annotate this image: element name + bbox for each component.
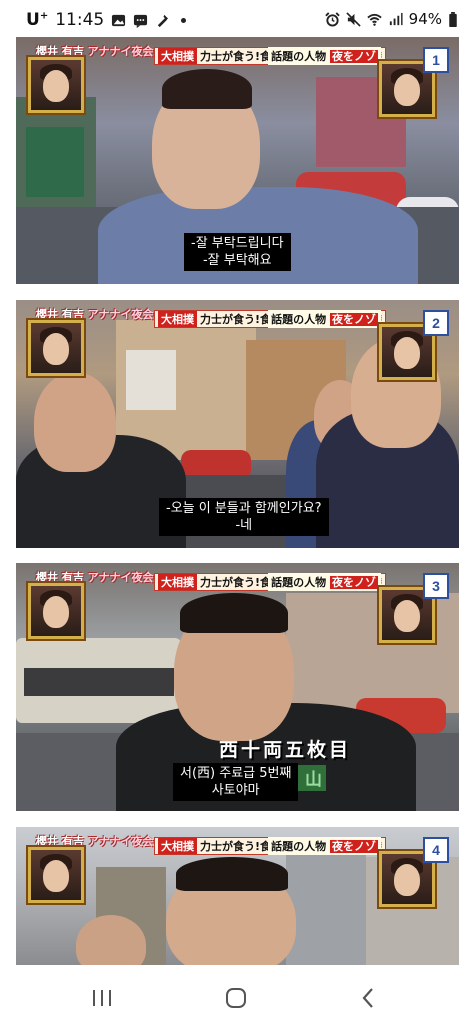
host-frame-left: [28, 583, 84, 639]
korean-subtitle: -잘 부탁드립니다 -잘 부탁해요: [184, 233, 291, 271]
clock: 11:45: [55, 10, 105, 30]
navigation-bar: [0, 967, 474, 1027]
korean-subtitle: -오늘 이 분들과 함께인가요? -네: [159, 498, 329, 536]
host-frame-left: [28, 320, 84, 376]
recents-icon: [93, 990, 111, 1006]
status-bar: U+ 11:45 94%: [0, 0, 474, 40]
recents-button[interactable]: [82, 984, 122, 1012]
screenshot-panel-4[interactable]: 櫻井 有吉 アナナイ夜会 大相撲力士が食う!食う!食う!桁外れの胃袋 話題の人物…: [16, 827, 459, 965]
alarm-icon: [324, 11, 340, 27]
more-notifications-dot: [181, 17, 187, 23]
message-notification-icon: [134, 14, 148, 28]
tv-segment-label: 話題の人物 夜をノゾ: [268, 310, 381, 328]
korean-subtitle: 서(西) 주료급 5번째 사토야마: [173, 763, 299, 801]
panel-number-badge: 2: [423, 310, 449, 336]
host-frame-left: [28, 847, 84, 903]
tv-segment-label: 話題の人物 夜をノゾ: [268, 47, 381, 65]
tv-segment-label: 話題の人物 夜をノゾ: [268, 837, 381, 855]
back-button[interactable]: [348, 984, 388, 1012]
wifi-icon: [366, 13, 382, 26]
home-icon: [226, 988, 246, 1008]
screenshot-panel-2[interactable]: 櫻井 有吉 アナナイ夜会 大相撲力士が食う!食う!食う!桁外れの胃袋 話題の人物…: [16, 300, 459, 548]
signal-icon: [389, 12, 403, 25]
rank-caption: 西十両五枚目: [219, 739, 352, 761]
tools-notification-icon: [158, 14, 169, 27]
tv-segment-label: 話題の人物 夜をノゾ: [268, 573, 381, 591]
carrier-label: U+: [26, 10, 49, 30]
back-icon: [362, 988, 373, 1008]
home-button[interactable]: [216, 984, 256, 1012]
screenshot-panel-1[interactable]: 櫻井 有吉 アナナイ夜会 大相撲力士が食う!食う!食う!桁外れの胃袋 話題の人物…: [16, 37, 459, 284]
mute-icon: [345, 11, 361, 27]
screenshot-panel-3[interactable]: 櫻井 有吉 アナナイ夜会 大相撲力士が食う!食う!食う!桁外れの胃袋 話題の人物…: [16, 563, 459, 811]
battery-percent: 94%: [408, 10, 442, 28]
panel-number-badge: 3: [423, 573, 449, 599]
host-frame-left: [28, 57, 84, 113]
battery-icon: [449, 11, 457, 27]
panel-number-badge: 4: [423, 837, 449, 863]
panel-number-badge: 1: [423, 47, 449, 73]
gallery-notification-icon: [112, 14, 126, 26]
